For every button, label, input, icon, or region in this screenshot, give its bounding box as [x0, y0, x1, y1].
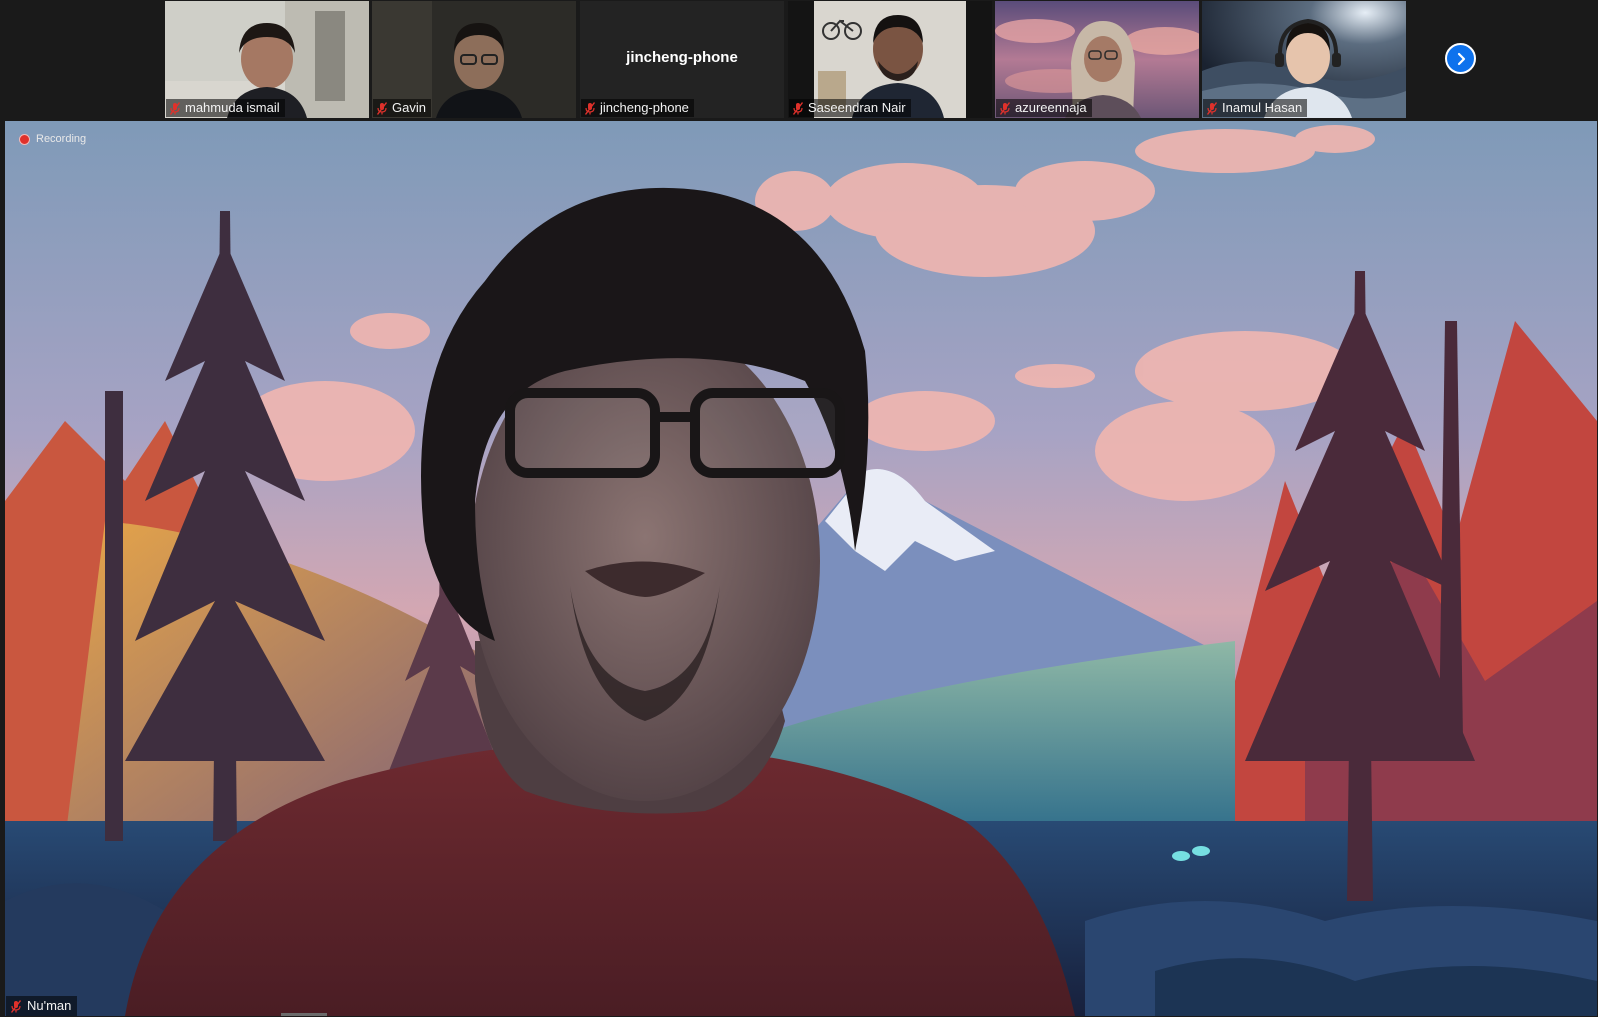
participant-tile[interactable]: Inamul Hasan: [1202, 1, 1406, 118]
speaker-name: Nu'man: [27, 998, 72, 1013]
participant-name: Saseendran Nair: [808, 100, 906, 115]
participant-name-label: Inamul Hasan: [1203, 99, 1308, 117]
participant-name-label: Saseendran Nair: [789, 99, 911, 117]
speaker-name-label: Nu'man: [6, 996, 78, 1016]
record-dot-icon: [19, 133, 30, 145]
active-speaker-video[interactable]: Recording Nu'man: [5, 121, 1597, 1016]
participant-name-label: Gavin: [373, 99, 431, 117]
mic-muted-icon: [11, 999, 21, 1013]
participant-tile[interactable]: Saseendran Nair: [788, 1, 992, 118]
participant-tile[interactable]: Gavin: [372, 1, 576, 118]
recording-indicator: Recording: [19, 133, 86, 145]
mic-muted-icon: [170, 101, 180, 115]
mic-muted-icon: [793, 101, 803, 115]
participant-video-off-name: jincheng-phone: [626, 49, 738, 66]
participant-name: mahmuda ismail: [185, 100, 280, 115]
participant-tile[interactable]: mahmuda ismail: [165, 1, 369, 118]
mic-muted-icon: [585, 101, 595, 115]
participant-name: jincheng-phone: [600, 100, 689, 115]
mic-muted-icon: [377, 101, 387, 115]
scroll-indicator[interactable]: [281, 1013, 327, 1016]
virtual-background: [5, 121, 1597, 1016]
participant-strip: mahmuda ismail Gavin jincheng-phone jinc…: [0, 0, 1598, 120]
participant-name-label: azureennaja: [996, 99, 1092, 117]
participant-name-label: mahmuda ismail: [166, 99, 285, 117]
participant-name-label: jincheng-phone: [581, 99, 694, 117]
participant-name: azureennaja: [1015, 100, 1087, 115]
chevron-right-icon: [1457, 52, 1465, 65]
participant-tile[interactable]: azureennaja: [995, 1, 1199, 118]
next-page-button[interactable]: [1445, 43, 1476, 74]
participant-tile[interactable]: jincheng-phone jincheng-phone: [580, 1, 784, 118]
mic-muted-icon: [1207, 101, 1217, 115]
participant-name: Gavin: [392, 100, 426, 115]
participant-name: Inamul Hasan: [1222, 100, 1303, 115]
mic-muted-icon: [1000, 101, 1010, 115]
recording-label: Recording: [36, 133, 87, 145]
